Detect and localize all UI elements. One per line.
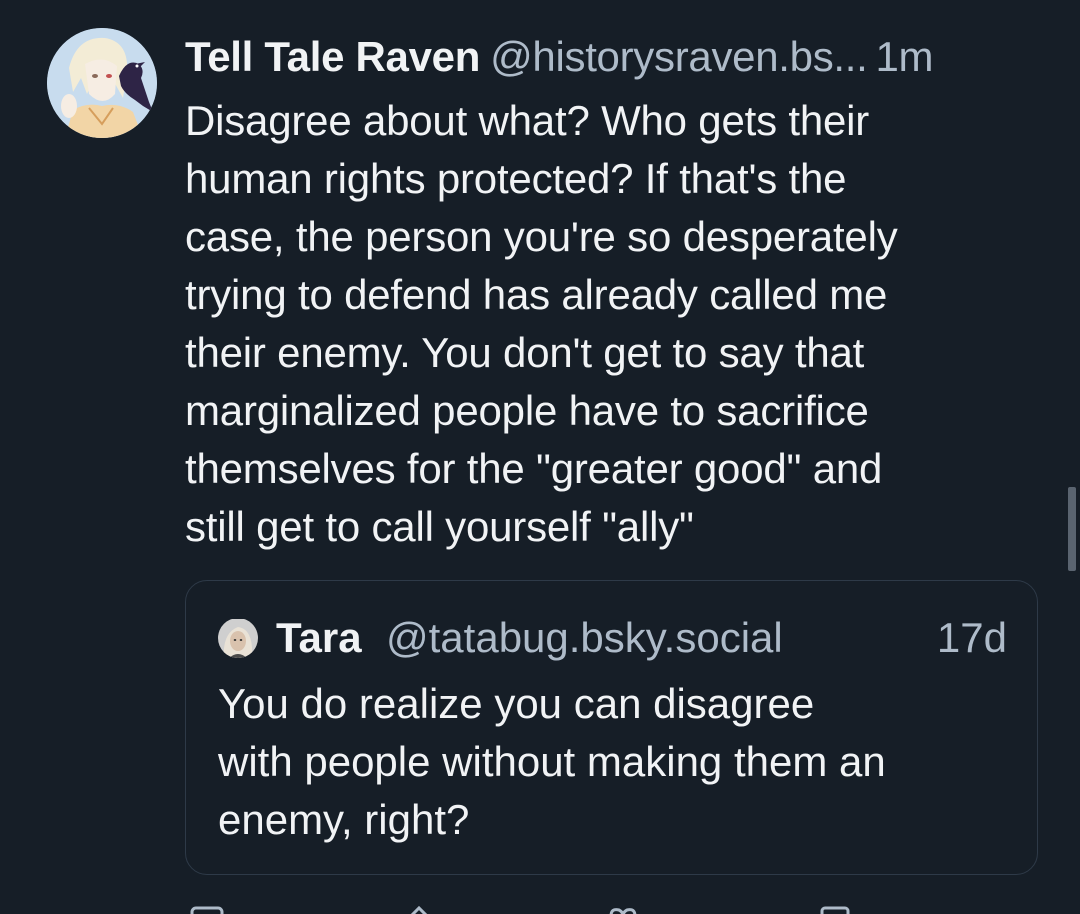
repost-icon[interactable]: [407, 905, 443, 914]
quoted-post-text: You do realize you can disagree with peo…: [218, 680, 886, 843]
quoted-post[interactable]: Tara @tatabug.bsky.social 17d You do rea…: [185, 580, 1038, 875]
author-avatar[interactable]: [47, 28, 157, 138]
quoted-post-header: Tara @tatabug.bsky.social 17d: [218, 611, 1007, 665]
raven-avatar-icon: [47, 28, 157, 138]
more-icon[interactable]: [820, 906, 856, 914]
quoted-post-timestamp[interactable]: 17d: [937, 611, 1007, 665]
photo-avatar-icon: [218, 619, 258, 658]
like-icon[interactable]: [605, 906, 641, 914]
author-display-name[interactable]: Tell Tale Raven: [185, 33, 480, 80]
post[interactable]: Tell Tale Raven @historysraven.bs... 1m Di…: [0, 0, 1080, 914]
post-timestamp[interactable]: 1m: [876, 33, 934, 80]
scrollbar[interactable]: [1068, 487, 1076, 571]
quoted-author-handle[interactable]: @tatabug.bsky.social: [386, 611, 783, 665]
quoted-author-avatar[interactable]: [218, 618, 258, 658]
post-body-text: Disagree about what? Who gets their huma…: [185, 97, 898, 550]
reply-icon[interactable]: [190, 906, 226, 914]
author-handle[interactable]: @historysraven.bs...: [490, 33, 868, 80]
quoted-author-display-name[interactable]: Tara: [276, 611, 362, 665]
post-header: Tell Tale Raven @historysraven.bs... 1m: [185, 30, 1055, 84]
post-action-bar: [185, 900, 1055, 914]
